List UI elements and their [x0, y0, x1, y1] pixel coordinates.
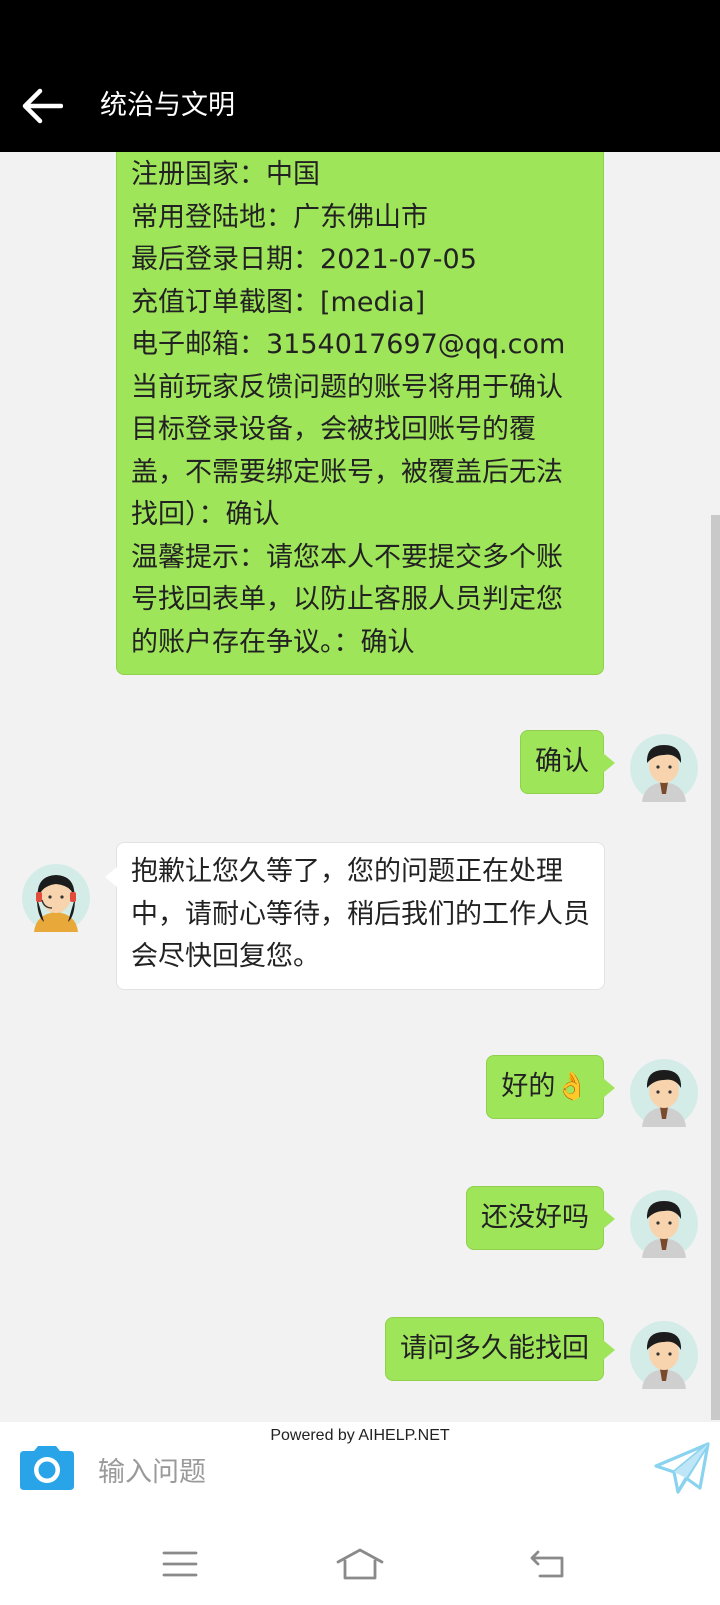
page-title: 统治与文明 [100, 90, 235, 121]
chat-area[interactable]: 注册国家：中国 常用登陆地：广东佛山市 最后登录日期：2021-07-05 充值… [0, 152, 720, 1422]
message-bubble-user: 还没好吗 [466, 1186, 615, 1250]
scrollbar[interactable] [711, 515, 720, 1420]
back-icon [530, 1550, 564, 1578]
user-avatar[interactable] [630, 1321, 698, 1389]
message-bubble-user: 注册国家：中国 常用登陆地：广东佛山市 最后登录日期：2021-07-05 充值… [116, 152, 604, 675]
nav-menu-button[interactable] [152, 1540, 208, 1588]
message-bubble-user: 确认 [520, 730, 615, 794]
message-line: 常用登陆地：广东佛山市 [131, 201, 428, 233]
send-icon [654, 1442, 710, 1494]
agent-avatar[interactable] [22, 864, 90, 932]
message-text: 还没好吗 [481, 1202, 589, 1233]
home-icon [336, 1548, 384, 1580]
arrow-left-icon [22, 88, 63, 124]
question-input[interactable] [98, 1450, 618, 1494]
send-button[interactable] [654, 1440, 710, 1496]
message-line: 充值订单截图：[media] [131, 286, 426, 318]
message-paragraph: 温馨提示：请您本人不要提交多个账号找回表单，以防止客服人员判定您的账户存在争议。… [131, 541, 563, 658]
message-text: 抱歉让您久等了，您的问题正在处理中，请耐心等待，稍后我们的工作人员会尽快回复您。 [131, 856, 590, 972]
message-text: 确认 [535, 746, 589, 777]
powered-by-label: Powered by AIHELP.NET [270, 1427, 450, 1444]
camera-button[interactable] [18, 1442, 76, 1492]
back-button[interactable] [18, 82, 66, 130]
menu-icon [162, 1551, 198, 1577]
message-text: 好的👌 [501, 1071, 589, 1102]
camera-icon [20, 1446, 74, 1490]
message-bubble-user: 请问多久能找回 [385, 1317, 615, 1381]
message-bubble-agent: 抱歉让您久等了，您的问题正在处理中，请耐心等待，稍后我们的工作人员会尽快回复您。 [105, 842, 605, 990]
message-line: 电子邮箱：3154017697@qq.com [131, 329, 566, 360]
nav-back-button[interactable] [520, 1540, 576, 1588]
message-line: 注册国家：中国 [131, 159, 320, 190]
message-bubble-user: 好的👌 [486, 1055, 615, 1119]
message-line: 最后登录日期：2021-07-05 [131, 244, 477, 275]
user-avatar[interactable] [630, 1059, 698, 1127]
user-avatar[interactable] [630, 1190, 698, 1258]
top-bar: 统治与文明 [0, 0, 720, 152]
message-text: 请问多久能找回 [400, 1333, 589, 1364]
nav-home-button[interactable] [332, 1540, 388, 1588]
user-avatar[interactable] [630, 734, 698, 802]
message-paragraph: 当前玩家反馈问题的账号将用于确认目标登录设备，会被找回账号的覆盖，不需要绑定账号… [131, 371, 563, 531]
